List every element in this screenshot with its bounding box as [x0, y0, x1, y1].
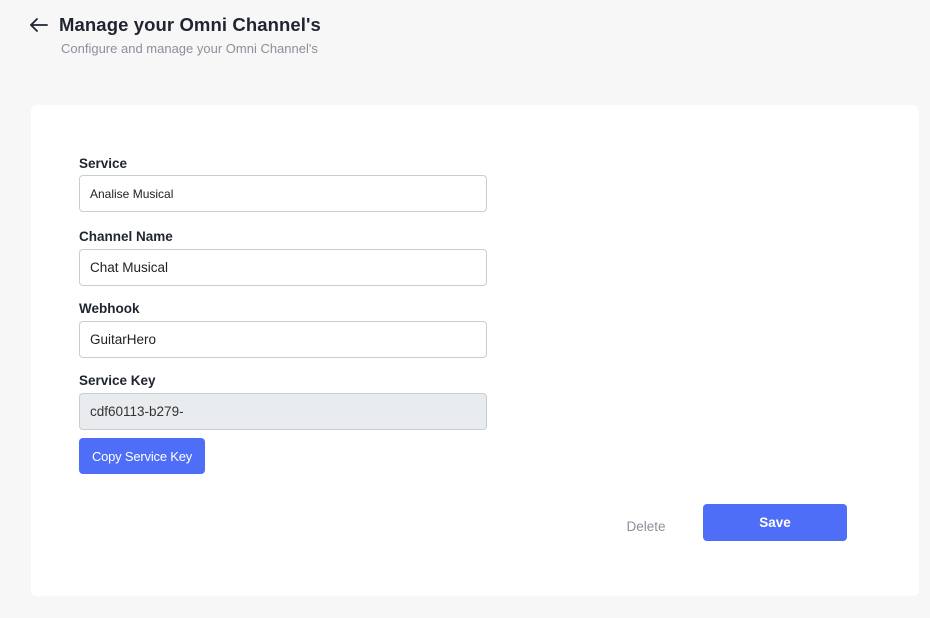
service-key-label: Service Key — [79, 373, 156, 388]
arrow-left-icon — [30, 18, 48, 32]
delete-button[interactable]: Delete — [611, 514, 681, 538]
channel-form-card: Service Channel Name Webhook Service Key… — [31, 105, 919, 596]
page-subtitle: Configure and manage your Omni Channel's — [61, 41, 318, 56]
webhook-label: Webhook — [79, 301, 140, 316]
service-key-field[interactable] — [79, 393, 487, 430]
copy-service-key-button[interactable]: Copy Service Key — [79, 438, 205, 474]
webhook-field[interactable] — [79, 321, 487, 358]
channel-name-field[interactable] — [79, 249, 487, 286]
service-field[interactable] — [79, 175, 487, 212]
page-title: Manage your Omni Channel's — [59, 14, 321, 35]
service-label: Service — [79, 156, 128, 171]
back-button[interactable] — [28, 14, 50, 36]
save-button[interactable]: Save — [703, 504, 847, 541]
channel-name-label: Channel Name — [79, 229, 173, 244]
